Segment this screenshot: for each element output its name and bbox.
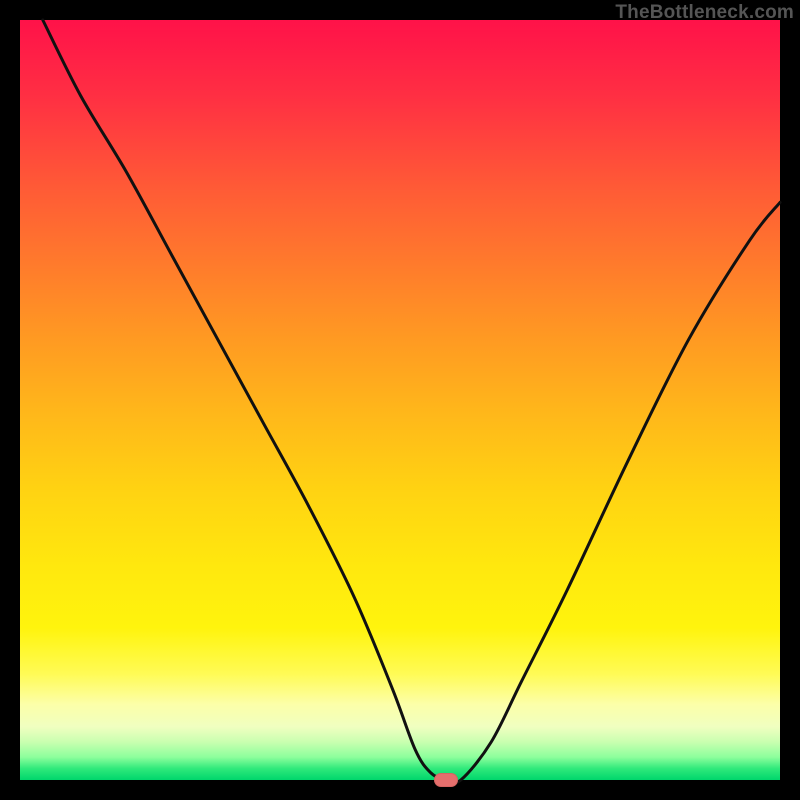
chart-container: TheBottleneck.com [0,0,800,800]
optimal-marker [434,773,458,787]
curve-svg [20,20,780,780]
plot-area [20,20,780,780]
bottleneck-curve [43,20,780,783]
